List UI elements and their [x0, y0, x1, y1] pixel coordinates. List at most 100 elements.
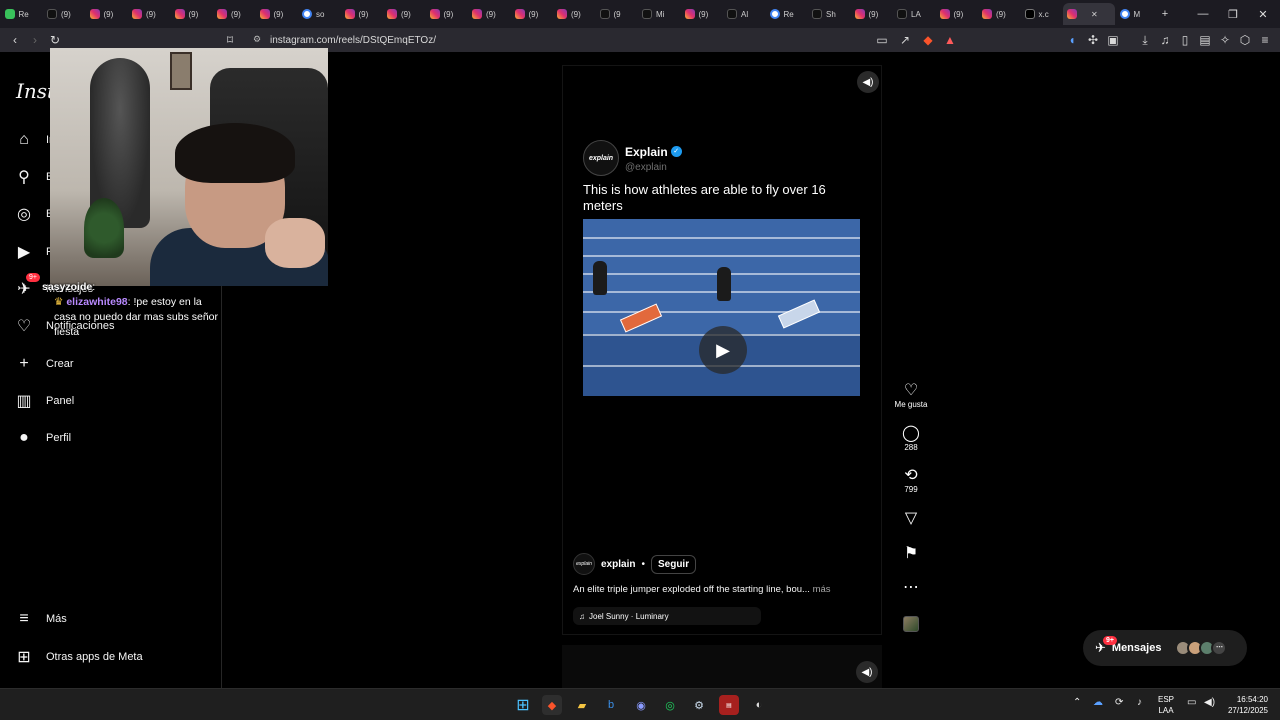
account-name[interactable]: explain — [601, 559, 635, 570]
instagram-icon — [684, 9, 695, 19]
browser-tab[interactable]: so — [298, 3, 340, 25]
network-icon[interactable]: ▭ — [1187, 697, 1196, 708]
instagram-icon — [217, 9, 227, 19]
discord-icon[interactable]: ◉ — [631, 695, 651, 715]
sidebar-item-create[interactable]: + Crear — [14, 350, 73, 378]
system-clock[interactable]: 16:54:20 27/12/2025 — [1228, 694, 1268, 716]
wallet-icon[interactable]: ▤ — [1195, 30, 1215, 50]
brave-shield-icon[interactable]: ◆ — [918, 30, 938, 50]
screenshot-icon[interactable]: ▣ — [1103, 30, 1123, 50]
browser-tab[interactable]: (9) — [171, 3, 213, 25]
tray-overflow-icon[interactable]: ⌃ — [1073, 697, 1081, 708]
sidebar-item-more[interactable]: ≡ Más — [14, 605, 66, 633]
browser-tab[interactable]: (9) — [978, 3, 1020, 25]
play-icon[interactable]: ▶ — [699, 326, 747, 374]
browser-tab[interactable]: (9) — [553, 3, 595, 25]
caption-more-link[interactable]: más — [813, 584, 831, 595]
extensions-icon[interactable]: ✣ — [1083, 30, 1103, 50]
vpn-icon[interactable]: ⬡ — [1235, 30, 1255, 50]
sidebar-item-profile[interactable]: ● Perfil — [14, 424, 71, 452]
browser-tab[interactable]: (9) — [256, 3, 298, 25]
sync-icon[interactable]: ⟳ — [1115, 697, 1123, 708]
tab-label: (9) — [231, 9, 241, 19]
browser-tab[interactable]: (9) — [468, 3, 510, 25]
browser-tab[interactable]: LA — [893, 3, 935, 25]
sidebar-item-dashboard[interactable]: ▥ Panel — [14, 387, 74, 415]
back-icon[interactable]: ‹ — [5, 30, 25, 50]
volume-tray-icon[interactable]: ◀) — [1204, 697, 1215, 708]
tab-label: (9) — [698, 9, 709, 19]
steam-icon[interactable]: ⚙ — [689, 695, 709, 715]
instagram-icon — [854, 9, 865, 19]
stream-app-icon[interactable]: ▤ — [719, 695, 739, 715]
browser-tab[interactable]: (9) — [43, 3, 85, 25]
next-reel-preview[interactable]: ◀) — [562, 645, 882, 688]
maximize-button[interactable]: ❐ — [1218, 0, 1248, 28]
site-info-icon[interactable]: ⚙ — [253, 34, 261, 45]
onedrive-icon[interactable]: ☁ — [1093, 697, 1103, 708]
save-button[interactable]: ⚑ — [890, 545, 932, 563]
brave-browser-icon[interactable]: ◆ — [542, 695, 562, 715]
reel-caption[interactable]: An elite triple jumper exploded off the … — [573, 584, 873, 595]
file-explorer-icon[interactable]: ▰ — [572, 695, 592, 715]
minimize-button[interactable]: — — [1188, 0, 1218, 28]
close-tab-icon[interactable]: ✕ — [1091, 10, 1098, 19]
browser-tab[interactable]: (9) — [851, 3, 893, 25]
address-bar[interactable]: ⚙ instagram.com/reels/DStQEmqETOz/ — [245, 31, 965, 49]
share-button[interactable]: ▽ — [890, 510, 932, 528]
browser-tab[interactable]: Re — [766, 3, 808, 25]
messages-button[interactable]: ✈ 9+ Mensajes ⋯ — [1083, 630, 1247, 666]
browser-tab[interactable]: (9) — [213, 3, 255, 25]
bing-icon[interactable]: b — [601, 695, 621, 715]
obs-icon[interactable]: ◐ — [749, 695, 769, 715]
bookmark-icon[interactable]: ⌑ — [220, 30, 240, 50]
browser-tab[interactable]: (9) — [936, 3, 978, 25]
reel-player[interactable]: ◀) explain Explain ✓ @explain This is how… — [562, 65, 882, 635]
browser-tab[interactable]: ✕ — [1063, 3, 1115, 25]
video-thumbnail[interactable]: ▶ — [583, 219, 860, 396]
leo-ai-icon[interactable]: ✧ — [1215, 30, 1235, 50]
browser-tab[interactable]: (9) — [681, 3, 723, 25]
download-icon[interactable]: ⤓ — [1135, 30, 1155, 50]
windows-start-icon[interactable]: ⊞ — [513, 695, 533, 715]
forward-icon[interactable]: › — [25, 30, 45, 50]
browser-tab[interactable]: Re — [1, 3, 43, 25]
browser-tab[interactable]: (9) — [86, 3, 128, 25]
browser-tab[interactable]: x.c — [1021, 3, 1063, 25]
browser-tab[interactable]: (9 — [596, 3, 638, 25]
mic-icon[interactable]: ♪ — [1137, 697, 1142, 708]
reload-icon[interactable]: ↻ — [45, 30, 65, 50]
sidebar-toggle-icon[interactable]: ▯ — [1175, 30, 1195, 50]
cast-icon[interactable]: ▭ — [872, 30, 892, 50]
share-icon[interactable]: ↗ — [895, 30, 915, 50]
browser-tab[interactable]: Sh — [808, 3, 850, 25]
new-tab-button[interactable]: + — [1150, 0, 1180, 28]
rewards-icon[interactable]: ▲ — [940, 30, 960, 50]
browser-menu-icon[interactable]: ≡ — [1255, 30, 1275, 50]
browser-tab[interactable]: (9) — [426, 3, 468, 25]
browser-tab[interactable]: Mi — [638, 3, 680, 25]
sidebar-item-meta-apps[interactable]: ⊞ Otras apps de Meta — [14, 643, 142, 671]
language-indicator[interactable]: ESP LAA — [1158, 694, 1174, 716]
browser-tab[interactable]: (9) — [128, 3, 170, 25]
more-options-button[interactable]: ⋯ — [890, 579, 932, 597]
volume-icon[interactable]: ◀) — [856, 661, 878, 683]
account-avatar[interactable]: explain — [573, 553, 595, 575]
clock-date: 27/12/2025 — [1227, 706, 1268, 715]
repost-button[interactable]: ⟲ 799 — [890, 467, 932, 494]
audio-playing-icon[interactable]: ◖ — [1062, 30, 1082, 50]
volume-icon[interactable]: ◀) — [857, 71, 879, 93]
browser-tab[interactable]: (9) — [383, 3, 425, 25]
spotify-icon[interactable]: ◎ — [660, 695, 680, 715]
like-button[interactable]: ♡ Me gusta — [890, 382, 932, 409]
browser-tab[interactable]: Al — [723, 3, 765, 25]
follow-button[interactable]: Seguir — [650, 554, 697, 574]
music-icon[interactable]: ♫ — [1155, 30, 1175, 50]
browser-tab[interactable]: (9) — [341, 3, 383, 25]
browser-tab[interactable]: (9) — [511, 3, 553, 25]
speaker-icon — [1067, 9, 1077, 19]
close-window-button[interactable]: ✕ — [1248, 0, 1278, 28]
audio-thumbnail[interactable] — [903, 616, 919, 632]
audio-track-chip[interactable]: ♫ Joel Sunny · Luminary — [573, 607, 761, 625]
comment-button[interactable]: ◯ 288 — [890, 425, 932, 452]
